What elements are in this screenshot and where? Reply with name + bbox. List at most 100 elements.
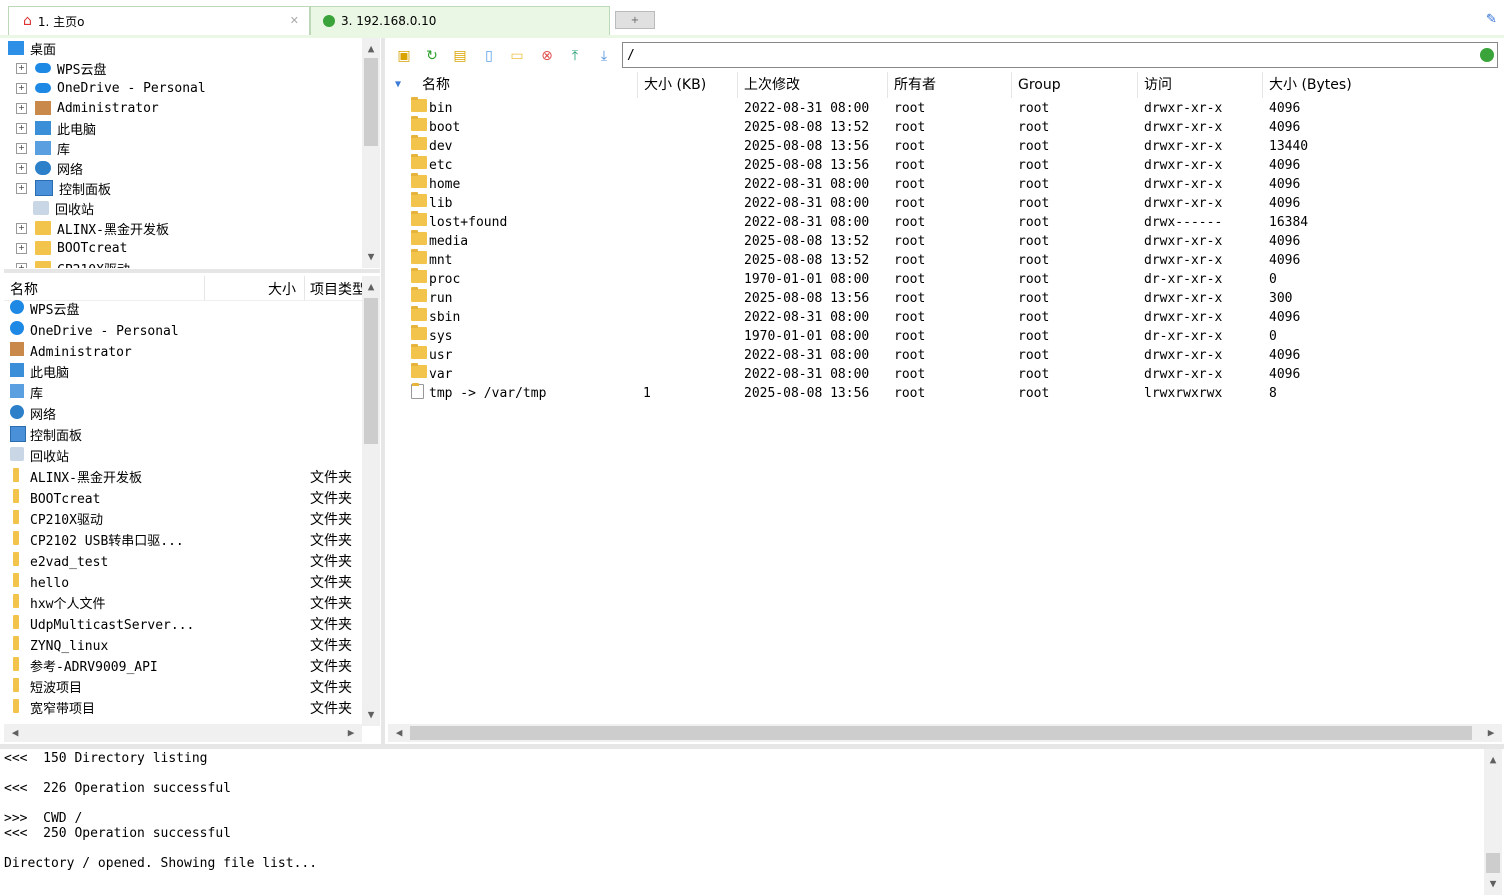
list-item[interactable]: 短波项目 文件夹 bbox=[8, 678, 358, 699]
tree-item[interactable]: + WPS云盘 bbox=[12, 58, 106, 78]
list-item[interactable]: 库 bbox=[8, 384, 358, 405]
tree-item[interactable]: + BOOTcreat bbox=[12, 238, 127, 258]
new-tab-button[interactable]: + bbox=[615, 11, 655, 29]
list-item[interactable]: ZYNQ_linux 文件夹 bbox=[8, 636, 358, 657]
table-row[interactable]: run 2025-08-08 13:56 root root drwxr-xr-x 300 bbox=[388, 287, 1483, 308]
tree-item[interactable]: + 此电脑 bbox=[12, 118, 96, 138]
tree-item[interactable]: + 网络 bbox=[12, 158, 83, 178]
header-size-kb[interactable]: 大小 (KB) bbox=[638, 72, 738, 98]
table-row[interactable]: boot 2025-08-08 13:52 root root drwxr-xr-x 40… bbox=[388, 116, 1483, 137]
vertical-splitter[interactable] bbox=[381, 38, 385, 744]
table-row[interactable]: usr 2022-08-31 08:00 root root drwxr-xr-x 409… bbox=[388, 344, 1483, 365]
tree-item[interactable]: 桌面 bbox=[8, 38, 56, 58]
tree-item[interactable]: + Administrator bbox=[12, 98, 159, 118]
expand-icon[interactable]: + bbox=[16, 162, 27, 174]
header-name[interactable]: 名称 bbox=[416, 72, 638, 98]
expand-icon[interactable]: + bbox=[16, 262, 27, 268]
header-group[interactable]: Group bbox=[1012, 72, 1138, 98]
table-row[interactable]: var 2022-08-31 08:00 root root drwxr-xr-x 409… bbox=[388, 363, 1483, 384]
paperclip-icon[interactable]: ✎ bbox=[1486, 8, 1496, 27]
header-modified[interactable]: 上次修改 bbox=[738, 72, 888, 98]
list-item[interactable]: 控制面板 bbox=[8, 426, 358, 447]
tab-home[interactable]: ⌂ 1. 主页o ✕ bbox=[8, 6, 310, 35]
download-icon[interactable]: ⤓ bbox=[594, 46, 614, 66]
list-item[interactable]: 网络 bbox=[8, 405, 358, 426]
table-row[interactable]: media 2025-08-08 13:52 root root drwxr-xr-x 4… bbox=[388, 230, 1483, 251]
tree-item[interactable]: + 库 bbox=[12, 138, 70, 158]
scroll-down-icon[interactable]: ▼ bbox=[362, 248, 380, 266]
header-owner[interactable]: 所有者 bbox=[888, 72, 1012, 98]
list-item[interactable]: BOOTcreat 文件夹 bbox=[8, 489, 358, 510]
list-item[interactable]: OneDrive - Personal bbox=[8, 321, 358, 342]
scroll-up-icon[interactable]: ▲ bbox=[1484, 751, 1502, 769]
tree-scrollbar[interactable]: ▲ ▼ bbox=[362, 38, 380, 268]
expand-icon[interactable]: + bbox=[16, 222, 27, 234]
scroll-left-icon[interactable]: ◀ bbox=[6, 724, 24, 742]
expand-icon[interactable]: + bbox=[16, 102, 27, 114]
header-name[interactable]: 名称 bbox=[10, 279, 38, 299]
list-item[interactable]: WPS云盘 bbox=[8, 300, 358, 321]
list-item[interactable]: CP210X驱动 文件夹 bbox=[8, 510, 358, 531]
list-item[interactable]: 宽窄带项目 文件夹 bbox=[8, 699, 358, 720]
tree-item[interactable]: + OneDrive - Personal bbox=[12, 78, 206, 98]
expand-icon[interactable]: + bbox=[16, 82, 27, 94]
pane-splitter[interactable] bbox=[4, 269, 380, 273]
tree-item[interactable]: + ALINX-黑金开发板 bbox=[12, 218, 169, 238]
scroll-right-icon[interactable]: ▶ bbox=[342, 724, 360, 742]
scroll-down-icon[interactable]: ▼ bbox=[362, 706, 380, 724]
refresh-icon[interactable]: ↻ bbox=[422, 46, 442, 66]
table-row[interactable]: lib 2022-08-31 08:00 root root drwxr-xr-x 409… bbox=[388, 192, 1483, 213]
list-item[interactable]: 回收站 bbox=[8, 447, 358, 468]
scroll-down-icon[interactable]: ▼ bbox=[1484, 875, 1502, 893]
delete-icon[interactable]: ⊗ bbox=[537, 46, 557, 66]
list-item[interactable]: 此电脑 bbox=[8, 363, 358, 384]
list-item[interactable]: ALINX-黑金开发板 文件夹 bbox=[8, 468, 358, 489]
table-row[interactable]: lost+found 2022-08-31 08:00 root root drwx--… bbox=[388, 211, 1483, 232]
scroll-left-icon[interactable]: ◀ bbox=[390, 724, 408, 742]
scroll-thumb[interactable] bbox=[1486, 853, 1500, 873]
tree-item[interactable]: + CP210X驱动 bbox=[12, 258, 130, 268]
scroll-thumb[interactable] bbox=[364, 58, 378, 146]
local-hscrollbar[interactable]: ◀ ▶ bbox=[4, 724, 362, 742]
expand-icon[interactable]: + bbox=[16, 62, 27, 74]
expand-icon[interactable] bbox=[16, 204, 25, 213]
open-folder-icon[interactable]: ▭ bbox=[507, 46, 527, 66]
log-scrollbar[interactable]: ▲ ▼ bbox=[1484, 749, 1502, 895]
upload-icon[interactable]: ⤒ bbox=[565, 46, 585, 66]
local-scrollbar[interactable]: ▲ ▼ bbox=[362, 276, 380, 726]
table-row[interactable]: sbin 2022-08-31 08:00 root root drwxr-xr-x 40… bbox=[388, 306, 1483, 327]
tab-remote-host[interactable]: 3. 192.168.0.10 bbox=[310, 6, 610, 35]
table-row[interactable]: etc 2025-08-08 13:56 root root drwxr-xr-x 409… bbox=[388, 154, 1483, 175]
list-item[interactable]: e2vad_test 文件夹 bbox=[8, 552, 358, 573]
scroll-thumb[interactable] bbox=[364, 298, 378, 444]
close-icon[interactable]: ✕ bbox=[290, 14, 299, 27]
tree-item[interactable]: 回收站 bbox=[12, 198, 94, 218]
header-size[interactable]: 大小 bbox=[268, 279, 296, 299]
table-row[interactable]: dev 2025-08-08 13:56 root root drwxr-xr-x 134… bbox=[388, 135, 1483, 156]
scroll-thumb[interactable] bbox=[410, 726, 1472, 740]
list-item[interactable]: CP2102 USB转串口驱... 文件夹 bbox=[8, 531, 358, 552]
scroll-up-icon[interactable]: ▲ bbox=[362, 278, 380, 296]
list-item[interactable]: hello 文件夹 bbox=[8, 573, 358, 594]
scroll-up-icon[interactable]: ▲ bbox=[362, 40, 380, 58]
path-input[interactable] bbox=[622, 42, 1498, 68]
parent-folder-icon[interactable]: ▣ bbox=[394, 46, 414, 66]
table-row[interactable]: tmp -> /var/tmp 1 2025-08-08 13:56 root root… bbox=[388, 383, 1483, 403]
list-item[interactable]: Administrator bbox=[8, 342, 358, 363]
header-size-bytes[interactable]: 大小 (Bytes) bbox=[1263, 72, 1483, 98]
expand-icon[interactable]: + bbox=[16, 122, 27, 134]
remote-hscrollbar[interactable]: ◀ ▶ bbox=[388, 724, 1502, 742]
header-type[interactable]: 项目类型 bbox=[310, 279, 362, 299]
table-row[interactable]: proc 1970-01-01 08:00 root root dr-xr-xr-x 0 bbox=[388, 268, 1483, 289]
expand-icon[interactable]: + bbox=[16, 242, 27, 254]
table-row[interactable]: home 2022-08-31 08:00 root root drwxr-xr-x 40… bbox=[388, 173, 1483, 194]
expand-icon[interactable]: + bbox=[16, 182, 27, 194]
expand-icon[interactable]: + bbox=[16, 142, 27, 154]
tree-item[interactable]: + 控制面板 bbox=[12, 178, 111, 198]
new-file-icon[interactable]: ▯ bbox=[479, 46, 499, 66]
scroll-right-icon[interactable]: ▶ bbox=[1482, 724, 1500, 742]
list-item[interactable]: 参考-ADRV9009_API 文件夹 bbox=[8, 657, 358, 678]
table-row[interactable]: sys 1970-01-01 08:00 root root dr-xr-xr-x 0 bbox=[388, 325, 1483, 346]
table-row[interactable]: bin 2022-08-31 08:00 root root drwxr-xr-x 409… bbox=[388, 97, 1483, 118]
new-folder-icon[interactable]: ▤ bbox=[450, 46, 470, 66]
